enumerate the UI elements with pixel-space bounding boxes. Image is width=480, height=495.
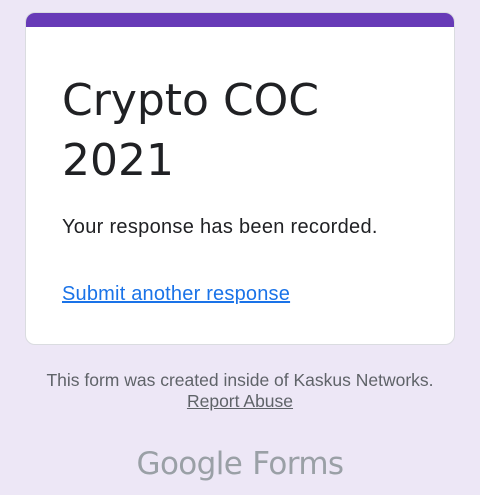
form-title: Crypto COC 2021 (62, 75, 320, 186)
form-card: Crypto COC 2021 Your response has been r… (25, 12, 455, 345)
footer-note-text: This form was created inside of Kaskus N… (46, 370, 434, 390)
footer-note: This form was created inside of Kaskus N… (40, 370, 440, 412)
report-abuse-link[interactable]: Report Abuse (187, 391, 293, 411)
forms-wordmark: Forms (252, 446, 344, 482)
google-wordmark: Google (136, 446, 243, 482)
card-accent-bar (26, 13, 454, 27)
submit-another-response-link[interactable]: Submit another response (62, 280, 290, 308)
google-forms-logo[interactable]: Google Forms (0, 444, 480, 484)
confirmation-message: Your response has been recorded. (62, 216, 378, 238)
